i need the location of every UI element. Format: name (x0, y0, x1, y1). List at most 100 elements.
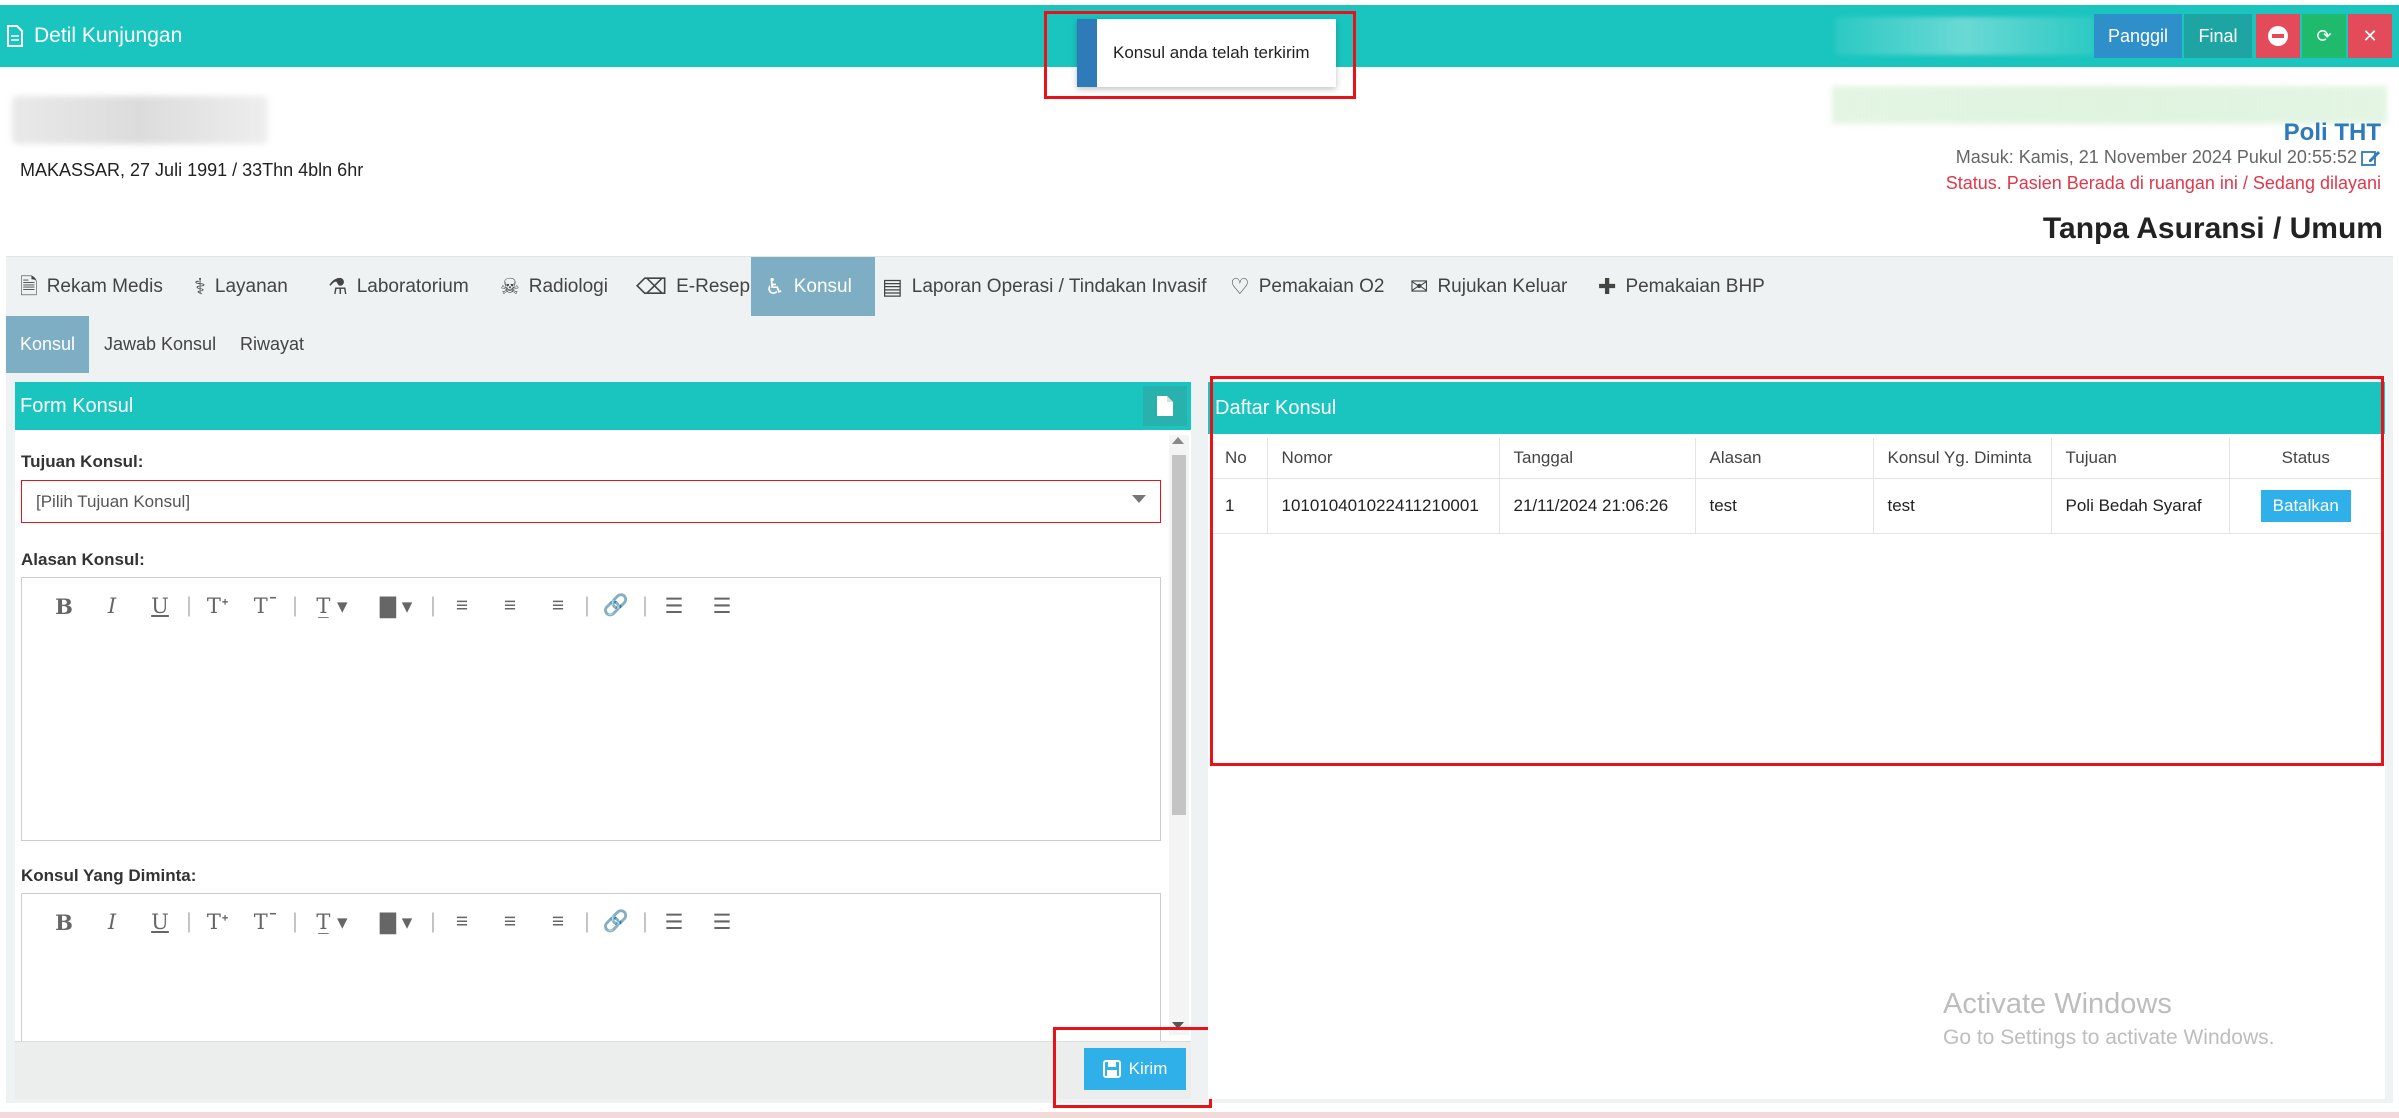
refresh-icon[interactable]: ⟳ (2302, 14, 2346, 58)
tujuan-konsul-select[interactable]: [Pilih Tujuan Konsul] (21, 480, 1161, 523)
ordered-list-icon[interactable]: ☰ (650, 910, 698, 935)
final-button[interactable]: Final (2184, 14, 2252, 58)
toolbar-divider: | (186, 594, 192, 617)
ordered-list-icon[interactable]: ☰ (650, 594, 698, 619)
subscript-icon[interactable]: Tˉ (242, 594, 290, 618)
masuk-text: Masuk: Kamis, 21 November 2024 Pukul 20:… (1955, 147, 2357, 167)
toolbar-divider: | (292, 594, 298, 617)
form-konsul-title: Form Konsul (20, 394, 134, 417)
minus-circle-icon[interactable] (2256, 14, 2300, 58)
tab-label: Laporan Operasi / Tindakan Invasif (911, 276, 1207, 297)
heart-icon: ♡ (1230, 274, 1250, 299)
font-color-icon[interactable]: T̲ ▾ (300, 594, 364, 618)
italic-icon[interactable]: I (88, 910, 136, 934)
superscript-icon[interactable]: Tᐩ (194, 910, 242, 934)
alasan-konsul-label: Alasan Konsul: (21, 550, 145, 569)
edit-icon[interactable] (2361, 149, 2381, 167)
konsul-diminta-editor[interactable]: B I U | Tᐩ Tˉ | T̲ ▾ ▇ ▾ | ≡ ≡ ≡ | 🔗 | ☰… (21, 893, 1161, 1041)
tab-label: Laboratorium (356, 276, 469, 297)
font-color-icon[interactable]: T̲ ▾ (300, 910, 364, 934)
bold-icon[interactable]: B (40, 910, 88, 935)
subtab-konsul[interactable]: Konsul (6, 316, 90, 373)
tab-rekam-medis[interactable]: 🗎 Rekam Medis (20, 257, 163, 317)
link-icon[interactable]: 🔗 (592, 910, 640, 934)
form-footer (15, 1041, 1191, 1099)
tab-label: Rekam Medis (46, 276, 163, 297)
alasan-editor-toolbar: B I U | Tᐩ Tˉ | T̲ ▾ ▇ ▾ | ≡ ≡ ≡ | 🔗 | ☰… (22, 578, 746, 634)
superscript-icon[interactable]: Tᐩ (194, 594, 242, 618)
file-icon[interactable] (1143, 386, 1187, 426)
main-tabs: 🗎 Rekam Medis ⚕ Layanan ⚗ Laboratorium ☠ Rad… (6, 256, 2393, 317)
align-center-icon[interactable]: ≡ (486, 594, 534, 618)
align-left-icon[interactable]: ≡ (438, 910, 486, 934)
underline-icon[interactable]: U (136, 910, 184, 934)
align-right-icon[interactable]: ≡ (534, 910, 582, 934)
tab-konsul[interactable]: ♿ Konsul (751, 257, 875, 317)
underline-icon[interactable]: U (136, 594, 184, 618)
link-icon[interactable]: 🔗 (592, 594, 640, 618)
toolbar-divider: | (292, 910, 298, 933)
doctor-icon: ⚕ (194, 274, 206, 299)
tab-label: E-Resep (676, 276, 751, 297)
tab-layanan[interactable]: ⚕ Layanan (194, 257, 288, 317)
tab-pemakaian-o2[interactable]: ♡ Pemakaian O2 (1230, 257, 1384, 317)
tujuan-konsul-label: Tujuan Konsul: (21, 452, 144, 471)
windows-watermark-subtitle: Go to Settings to activate Windows. (1943, 1026, 2275, 1049)
panggil-button[interactable]: Panggil (2094, 14, 2182, 58)
toolbar-divider: | (430, 910, 436, 933)
flask-icon: ⚗ (328, 274, 348, 299)
align-center-icon[interactable]: ≡ (486, 910, 534, 934)
patient-status: Status. Pasien Berada di ruangan ini / S… (1945, 173, 2381, 193)
highlight-kirim (1053, 1027, 1212, 1108)
masuk-info: Masuk: Kamis, 21 November 2024 Pukul 20:… (1956, 147, 2381, 168)
page-title-wrap: Detil Kunjungan (6, 5, 182, 67)
header-user-blurred (1835, 17, 2095, 55)
tab-laboratorium[interactable]: ⚗ Laboratorium (328, 257, 469, 317)
bottom-edge (0, 1112, 2399, 1118)
bullet-list-icon[interactable]: ☰ (698, 594, 746, 619)
subtab-riwayat[interactable]: Riwayat (226, 316, 318, 373)
scroll-up-icon[interactable] (1172, 437, 1184, 444)
close-icon[interactable]: ✕ (2348, 14, 2392, 58)
medkit-icon: ✚ (1598, 274, 1617, 299)
highlight-daftar-konsul (1210, 376, 2384, 766)
tujuan-konsul-value: [Pilih Tujuan Konsul] (36, 491, 191, 511)
tab-pemakaian-bhp[interactable]: ✚ Pemakaian BHP (1598, 257, 1765, 317)
form-konsul-header: Form Konsul (15, 382, 1191, 430)
envelope-icon: ✉ (1410, 274, 1429, 299)
windows-watermark-title: Activate Windows (1943, 988, 2172, 1020)
bold-icon[interactable]: B (40, 594, 88, 619)
subscript-icon[interactable]: Tˉ (242, 910, 290, 934)
sub-tabs: Konsul Jawab Konsul Riwayat (6, 316, 2393, 373)
poli-name: Poli THT (2283, 119, 2381, 146)
tab-e-resep[interactable]: ⌫ E-Resep (636, 257, 750, 317)
tab-label: Pemakaian O2 (1258, 276, 1385, 297)
subtab-jawab-konsul[interactable]: Jawab Konsul (90, 316, 230, 373)
eraser-icon: ⌫ (636, 274, 668, 299)
highlight-color-icon[interactable]: ▇ ▾ (364, 594, 428, 619)
patient-birth-info: MAKASSAR, 27 Juli 1991 / 33Thn 4bln 6hr (20, 160, 364, 180)
diminta-editor-toolbar: B I U | Tᐩ Tˉ | T̲ ▾ ▇ ▾ | ≡ ≡ ≡ | 🔗 | ☰… (22, 894, 746, 950)
chevron-down-icon (1132, 495, 1146, 503)
toolbar-divider: | (642, 910, 648, 933)
bullet-list-icon[interactable]: ☰ (698, 910, 746, 935)
highlight-color-icon[interactable]: ▇ ▾ (364, 910, 428, 935)
page-title: Detil Kunjungan (34, 24, 183, 47)
tab-label: Konsul (793, 276, 852, 297)
alasan-konsul-editor[interactable]: B I U | Tᐩ Tˉ | T̲ ▾ ▇ ▾ | ≡ ≡ ≡ | 🔗 | ☰… (21, 577, 1161, 841)
tab-label: Radiologi (528, 276, 608, 297)
konsul-diminta-label: Konsul Yang Diminta: (21, 866, 197, 885)
toolbar-divider: | (584, 594, 590, 617)
highlight-toast (1044, 11, 1356, 99)
toolbar-divider: | (642, 594, 648, 617)
insurance-type: Tanpa Asuransi / Umum (2042, 212, 2383, 245)
tab-label: Rujukan Keluar (1437, 276, 1568, 297)
tab-label: Layanan (214, 276, 288, 297)
tab-laporan-operasi[interactable]: ▤ Laporan Operasi / Tindakan Invasif (882, 257, 1206, 317)
align-left-icon[interactable]: ≡ (438, 594, 486, 618)
tab-radiologi[interactable]: ☠ Radiologi (500, 257, 608, 317)
italic-icon[interactable]: I (88, 594, 136, 618)
form-scrollbar-thumb[interactable] (1172, 455, 1186, 815)
tab-rujukan-keluar[interactable]: ✉ Rujukan Keluar (1410, 257, 1567, 317)
align-right-icon[interactable]: ≡ (534, 594, 582, 618)
